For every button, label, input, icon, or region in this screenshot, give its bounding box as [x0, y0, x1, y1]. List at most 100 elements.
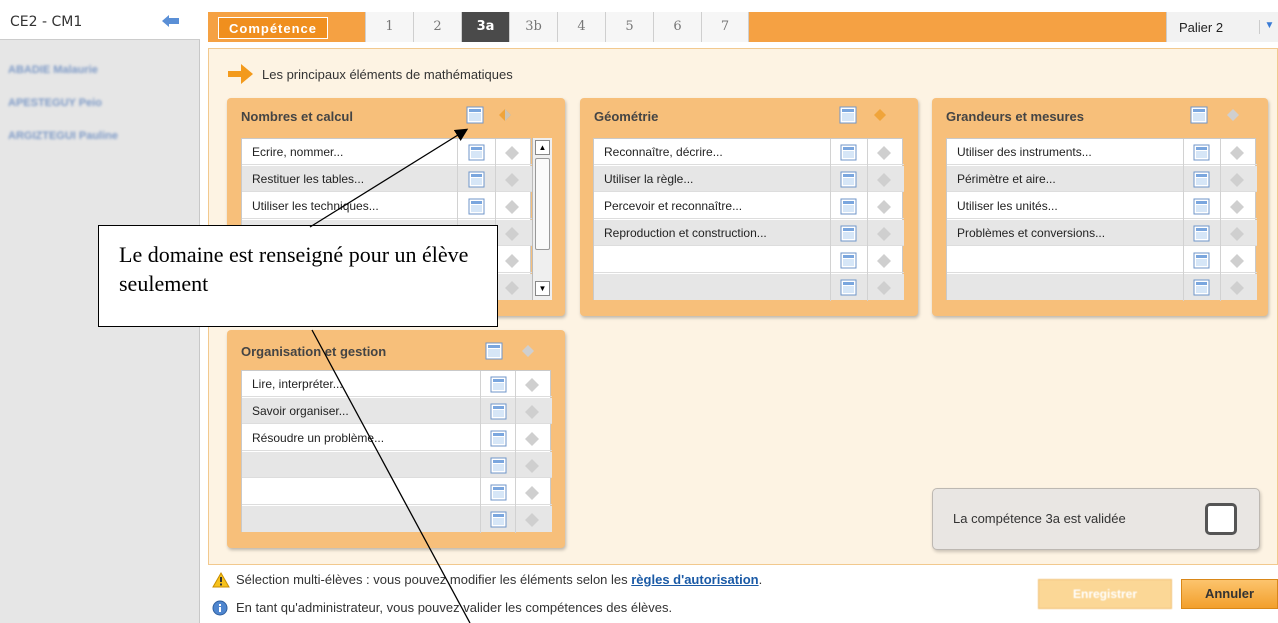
diamond-empty-icon[interactable]	[524, 485, 540, 501]
validation-box: La compétence 3a est validée	[932, 488, 1260, 550]
list-icon[interactable]	[490, 376, 507, 393]
diamond-empty-icon[interactable]	[876, 280, 892, 296]
diamond-empty-icon[interactable]	[524, 404, 540, 420]
diamond-empty-icon[interactable]	[504, 145, 520, 161]
list-icon[interactable]	[490, 430, 507, 447]
list-icon[interactable]	[468, 171, 485, 188]
list-icon[interactable]	[466, 106, 484, 124]
student-item[interactable]: APESTEGUY Peio	[8, 97, 102, 109]
scrollbar[interactable]: ▲ ▼	[532, 138, 552, 300]
diamond-empty-icon[interactable]	[876, 199, 892, 215]
diamond-empty-icon[interactable]	[524, 458, 540, 474]
list-icon[interactable]	[1193, 198, 1210, 215]
table-row[interactable]: Reconnaître, décrire...	[594, 139, 904, 165]
diamond-empty-icon[interactable]	[1229, 280, 1245, 296]
warning-text: Sélection multi-élèves : vous pouvez mod…	[236, 572, 632, 587]
tab-competence-3a[interactable]: 3a	[461, 12, 509, 42]
diamond-empty-icon[interactable]	[524, 431, 540, 447]
list-icon[interactable]	[840, 252, 857, 269]
list-icon[interactable]	[1193, 144, 1210, 161]
list-icon[interactable]	[490, 403, 507, 420]
list-icon[interactable]	[1190, 106, 1208, 124]
list-icon[interactable]	[1193, 171, 1210, 188]
tab-competence-4[interactable]: 4	[557, 12, 605, 42]
diamond-empty-icon[interactable]	[504, 253, 520, 269]
table-grandeurs-mesures: Utiliser des instruments... Périmètre et…	[946, 138, 1257, 301]
list-icon[interactable]	[840, 198, 857, 215]
list-icon[interactable]	[490, 511, 507, 528]
table-row[interactable]: Utiliser la règle...	[594, 166, 904, 192]
arrow-right-icon	[228, 64, 253, 84]
table-row[interactable]: Ecrire, nommer...	[242, 139, 532, 165]
table-row	[594, 274, 904, 300]
list-icon[interactable]	[490, 484, 507, 501]
table-row[interactable]: Utiliser les techniques...	[242, 193, 532, 219]
diamond-icon[interactable]	[872, 107, 894, 123]
save-button[interactable]: Enregistrer	[1038, 579, 1172, 609]
table-row[interactable]: Reproduction et construction...	[594, 220, 904, 246]
diamond-empty-icon[interactable]	[1229, 199, 1245, 215]
diamond-empty-icon[interactable]	[520, 343, 542, 359]
table-geometrie: Reconnaître, décrire... Utiliser la règl…	[593, 138, 904, 301]
list-icon[interactable]	[839, 106, 857, 124]
list-icon[interactable]	[468, 198, 485, 215]
class-header: CE2 - CM1	[0, 0, 200, 40]
validation-label: La compétence 3a est validée	[953, 511, 1126, 526]
palier-select[interactable]: Palier 2 ▼	[1166, 12, 1278, 42]
diamond-empty-icon[interactable]	[876, 145, 892, 161]
diamond-empty-icon[interactable]	[876, 253, 892, 269]
table-row	[947, 274, 1257, 300]
chevron-down-icon[interactable]: ▼	[1259, 20, 1278, 34]
diamond-empty-icon[interactable]	[1229, 145, 1245, 161]
tab-competence-6[interactable]: 6	[653, 12, 701, 42]
list-icon[interactable]	[1193, 225, 1210, 242]
partial-diamond-icon[interactable]	[497, 107, 519, 123]
domain-title: Grandeurs et mesures	[946, 109, 1085, 124]
table-row[interactable]: Restituer les tables...	[242, 166, 532, 192]
table-row[interactable]: Utiliser les unités...	[947, 193, 1257, 219]
diamond-empty-icon[interactable]	[876, 172, 892, 188]
list-icon[interactable]	[1193, 279, 1210, 296]
column-divider	[867, 139, 868, 301]
scroll-thumb[interactable]	[535, 158, 550, 250]
diamond-empty-icon[interactable]	[504, 226, 520, 242]
diamond-empty-icon[interactable]	[504, 280, 520, 296]
list-icon[interactable]	[840, 279, 857, 296]
diamond-empty-icon[interactable]	[1225, 107, 1247, 123]
tab-competence-5[interactable]: 5	[605, 12, 653, 42]
list-icon[interactable]	[485, 342, 503, 360]
table-row[interactable]: Problèmes et conversions...	[947, 220, 1257, 246]
scroll-down-button[interactable]: ▼	[535, 281, 550, 296]
list-icon[interactable]	[468, 144, 485, 161]
diamond-empty-icon[interactable]	[1229, 172, 1245, 188]
table-row[interactable]: Percevoir et reconnaître...	[594, 193, 904, 219]
collapse-arrow-icon[interactable]	[162, 15, 180, 27]
diamond-empty-icon[interactable]	[876, 226, 892, 242]
tab-competence-1[interactable]: 1	[365, 12, 413, 42]
validation-checkbox[interactable]	[1205, 503, 1237, 535]
list-icon[interactable]	[840, 171, 857, 188]
diamond-empty-icon[interactable]	[1229, 253, 1245, 269]
tab-competence-3b[interactable]: 3b	[509, 12, 557, 42]
list-icon[interactable]	[840, 225, 857, 242]
student-item[interactable]: ARGIZTEGUI Pauline	[8, 130, 118, 142]
scroll-up-button[interactable]: ▲	[535, 140, 550, 155]
list-icon[interactable]	[1193, 252, 1210, 269]
diamond-empty-icon[interactable]	[504, 172, 520, 188]
list-icon[interactable]	[490, 457, 507, 474]
tab-competence-2[interactable]: 2	[413, 12, 461, 42]
domain-title: Organisation et gestion	[241, 344, 387, 359]
diamond-empty-icon[interactable]	[1229, 226, 1245, 242]
table-row[interactable]: Périmètre et aire...	[947, 166, 1257, 192]
student-item[interactable]: ABADIE Malaurie	[8, 64, 98, 76]
annotation-text: Le domaine est renseigné pour un élève s…	[119, 242, 469, 296]
domain-title: Nombres et calcul	[241, 109, 353, 124]
cancel-button[interactable]: Annuler	[1181, 579, 1278, 609]
diamond-empty-icon[interactable]	[504, 199, 520, 215]
diamond-empty-icon[interactable]	[524, 512, 540, 528]
rules-link[interactable]: règles d'autorisation	[631, 572, 758, 587]
tab-competence-7[interactable]: 7	[701, 12, 749, 42]
table-row[interactable]: Utiliser des instruments...	[947, 139, 1257, 165]
diamond-empty-icon[interactable]	[524, 377, 540, 393]
list-icon[interactable]	[840, 144, 857, 161]
